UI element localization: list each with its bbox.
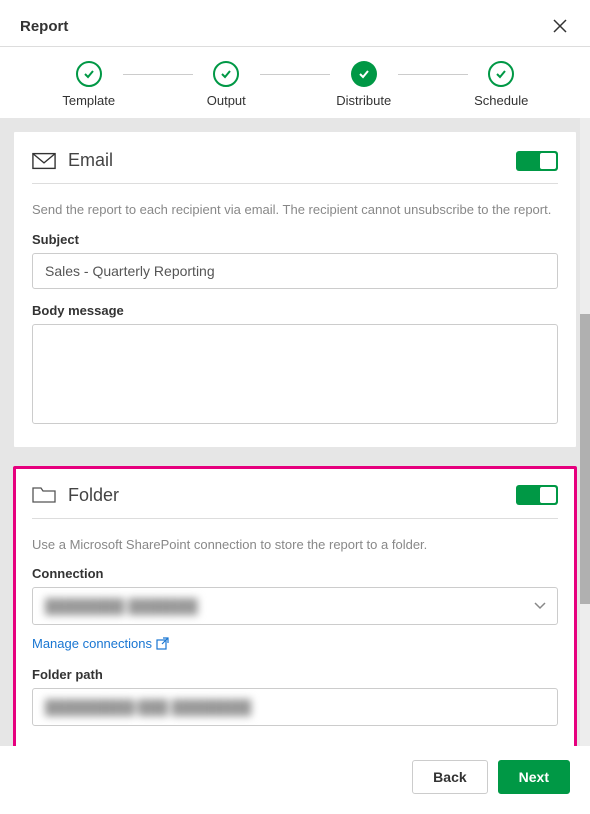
subject-label: Subject (32, 232, 558, 247)
chevron-down-icon (534, 597, 546, 615)
step-template[interactable]: Template (20, 61, 158, 108)
card-description: Use a Microsoft SharePoint connection to… (32, 535, 558, 555)
scrollbar-thumb[interactable] (580, 314, 590, 604)
dialog-title: Report (20, 18, 68, 35)
card-title: Folder (68, 485, 119, 506)
link-text: Manage connections (32, 636, 152, 651)
folder-toggle[interactable] (516, 485, 558, 505)
card-description: Send the report to each recipient via em… (32, 200, 558, 220)
folder-path-value: █████████/███ ████████ (45, 699, 251, 715)
step-label: Schedule (474, 93, 528, 108)
check-icon (76, 61, 102, 87)
step-label: Template (62, 93, 115, 108)
stepper: Template Output Distribute Schedule (0, 46, 590, 118)
check-icon (213, 61, 239, 87)
step-label: Distribute (336, 93, 391, 108)
dialog-header: Report (0, 0, 590, 46)
folder-card: Folder Use a Microsoft SharePoint connec… (14, 467, 576, 747)
folder-icon (32, 485, 56, 505)
body-label: Body message (32, 303, 558, 318)
step-schedule[interactable]: Schedule (433, 61, 571, 108)
card-header: Folder (32, 485, 558, 519)
dialog-footer: Back Next (0, 746, 590, 808)
connection-value: ████████ ███████ (45, 598, 198, 614)
email-icon (32, 151, 56, 171)
connection-select[interactable]: ████████ ███████ (32, 587, 558, 625)
close-button[interactable] (550, 16, 570, 36)
step-distribute[interactable]: Distribute (295, 61, 433, 108)
manage-connections-link[interactable]: Manage connections (32, 636, 169, 651)
card-header: Email (32, 150, 558, 184)
content-area: Email Send the report to each recipient … (0, 118, 590, 746)
scrollbar[interactable] (580, 118, 590, 746)
card-title: Email (68, 150, 113, 171)
folder-path-label: Folder path (32, 667, 558, 682)
connection-label: Connection (32, 566, 558, 581)
back-button[interactable]: Back (412, 760, 487, 794)
step-label: Output (207, 93, 246, 108)
body-textarea[interactable] (32, 324, 558, 424)
check-icon (351, 61, 377, 87)
folder-path-input[interactable]: █████████/███ ████████ (32, 688, 558, 726)
email-toggle[interactable] (516, 151, 558, 171)
email-card: Email Send the report to each recipient … (14, 132, 576, 447)
close-icon (553, 19, 567, 33)
external-link-icon (156, 637, 169, 650)
check-icon (488, 61, 514, 87)
step-output[interactable]: Output (158, 61, 296, 108)
subject-input[interactable] (32, 253, 558, 289)
next-button[interactable]: Next (498, 760, 570, 794)
